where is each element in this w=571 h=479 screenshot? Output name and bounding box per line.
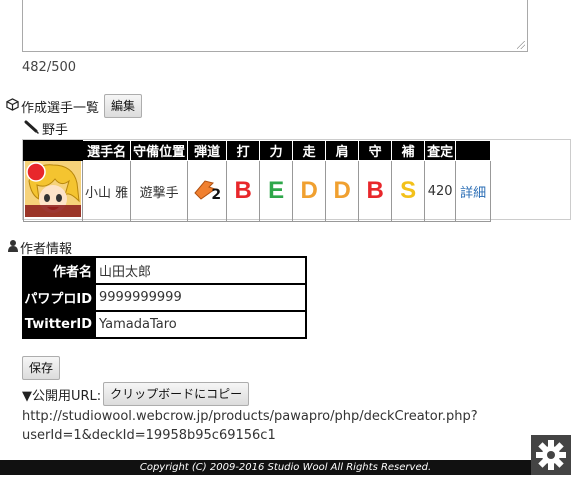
grade-power: E	[259, 160, 294, 222]
cube-icon	[6, 97, 19, 115]
col-header-position: 守備位置	[130, 140, 189, 161]
avatar-header	[23, 140, 83, 161]
grade-arm: D	[325, 160, 360, 222]
resize-grip-icon[interactable]	[517, 41, 525, 49]
player-position: 遊撃手	[130, 160, 189, 222]
player-trajectory: 2	[187, 160, 228, 222]
category-header: 野手	[24, 119, 68, 138]
col-header-defense: 守	[358, 140, 393, 161]
col-header-rating: 査定	[424, 140, 457, 161]
public-url-row: ▼公開用URL: クリップボードにコピー	[22, 382, 250, 406]
author-info-title: 作者情報	[20, 242, 73, 257]
category-label: 野手	[42, 123, 69, 138]
author-table: 作者名 山田太郎 パワプロID 9999999999 TwitterID Yam…	[22, 256, 307, 339]
user-icon	[8, 239, 18, 256]
copy-to-clipboard-button[interactable]: クリップボードにコピー	[103, 382, 250, 406]
player-avatar	[23, 160, 83, 222]
player-avatar-image	[25, 161, 81, 217]
players-table-header: 選手名 守備位置 弾道 打 力 走 肩 守 補 査定	[23, 140, 492, 161]
col-header-trajectory: 弾道	[187, 140, 228, 161]
public-url-line1: http://studiowool.webcrow.jp/products/pa…	[22, 409, 478, 424]
author-row-twitter-id: TwitterID YamadaTaro	[22, 310, 307, 339]
grade-arm-value: D	[333, 177, 351, 204]
detail-cell: 詳細	[455, 160, 492, 222]
col-header-detail	[455, 140, 492, 161]
twitter-id-label: TwitterID	[22, 310, 96, 339]
players-table-container: 選手名 守備位置 弾道 打 力 走 肩 守 補 査定 小山 雅 遊撃手 2 B …	[22, 139, 571, 222]
created-players-title: 作成選手一覧	[21, 100, 100, 116]
grade-catch-value: S	[400, 177, 417, 204]
player-rating: 420	[424, 160, 457, 222]
author-name-label: 作者名	[22, 256, 96, 285]
trajectory-value: 2	[211, 187, 222, 203]
created-players-header: 作成選手一覧 編集	[6, 94, 143, 118]
author-info-header: 作者情報	[8, 238, 72, 257]
col-header-arm: 肩	[325, 140, 360, 161]
col-header-catch: 補	[391, 140, 426, 161]
gear-icon[interactable]	[531, 435, 571, 475]
footer-copyright: Copyright (C) 2009-2016 Studio Wool All …	[0, 460, 571, 475]
grade-contact-value: B	[234, 177, 252, 204]
detail-link[interactable]: 詳細	[460, 186, 486, 201]
col-header-contact: 打	[226, 140, 261, 161]
author-row-pawapro-id: パワプロID 9999999999	[22, 283, 307, 312]
grade-speed-value: D	[300, 177, 318, 204]
twitter-id-value: YamadaTaro	[94, 310, 307, 339]
players-table: 選手名 守備位置 弾道 打 力 走 肩 守 補 査定 小山 雅 遊撃手 2 B …	[23, 140, 492, 222]
grade-contact: B	[226, 160, 261, 222]
pawapro-id-value: 9999999999	[94, 283, 307, 312]
col-header-speed: 走	[292, 140, 327, 161]
save-button[interactable]: 保存	[22, 356, 61, 380]
grade-defense-value: B	[366, 177, 384, 204]
comment-textarea[interactable]	[22, 0, 528, 52]
character-counter: 482/500	[22, 60, 77, 75]
grade-speed: D	[292, 160, 327, 222]
grade-power-value: E	[268, 177, 285, 204]
grade-defense: B	[358, 160, 393, 222]
col-header-name: 選手名	[81, 140, 132, 161]
public-url-text[interactable]: http://studiowool.webcrow.jp/products/pa…	[22, 407, 478, 445]
player-name: 小山 雅	[81, 160, 132, 222]
grade-catch: S	[391, 160, 426, 222]
author-row-name: 作者名 山田太郎	[22, 256, 307, 285]
edit-button[interactable]: 編集	[104, 94, 143, 118]
public-url-label: ▼公開用URL:	[22, 388, 102, 404]
col-header-power: 力	[259, 140, 294, 161]
pawapro-id-label: パワプロID	[22, 283, 96, 312]
table-row: 小山 雅 遊撃手 2 B E D D B S 420 詳細	[23, 160, 492, 222]
author-name-value: 山田太郎	[94, 256, 307, 285]
public-url-line2: userId=1&deckId=19958b95c69156c1	[22, 428, 276, 443]
bat-icon	[24, 120, 40, 138]
